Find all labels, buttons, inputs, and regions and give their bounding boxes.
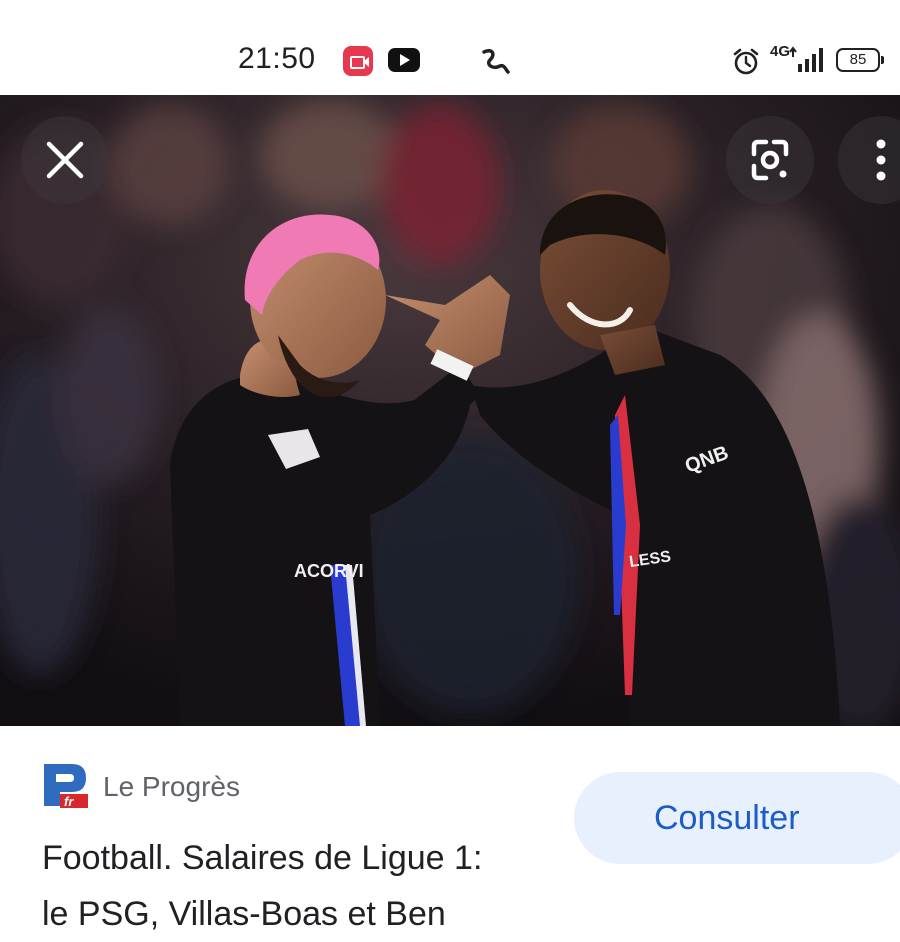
lens-button[interactable] (726, 116, 814, 204)
more-vert-icon (876, 139, 886, 181)
headline-line-1: Football. Salaires de Ligue 1: (42, 839, 483, 877)
alarm-icon (733, 48, 759, 75)
result-headline[interactable]: Football. Salaires de Ligue 1: le PSG, V… (42, 830, 602, 942)
jersey-text-accor: ACORVI (294, 561, 364, 581)
source-logo-icon: fr (42, 762, 90, 808)
consult-button[interactable]: Consulter (574, 772, 900, 864)
youtube-icon (388, 48, 420, 72)
battery-icon: 85 (836, 48, 884, 72)
signal-icon (789, 46, 823, 72)
screen-record-icon (343, 46, 373, 76)
status-time: 21:50 (238, 42, 316, 75)
headline-line-2: le PSG, Villas-Boas et Ben (42, 895, 446, 933)
more-options-button[interactable] (838, 116, 900, 204)
image-viewer[interactable]: ACORVI QNB LESS (0, 95, 900, 726)
close-button[interactable] (21, 116, 109, 204)
lens-icon (751, 139, 789, 181)
squiggle-icon (482, 48, 510, 74)
network-type-label: 4G (770, 43, 791, 60)
status-bar: 21:50 4G 85 (0, 0, 900, 95)
svg-text:fr: fr (64, 794, 74, 808)
close-icon (46, 141, 84, 179)
source-name[interactable]: Le Progrès (103, 771, 240, 803)
